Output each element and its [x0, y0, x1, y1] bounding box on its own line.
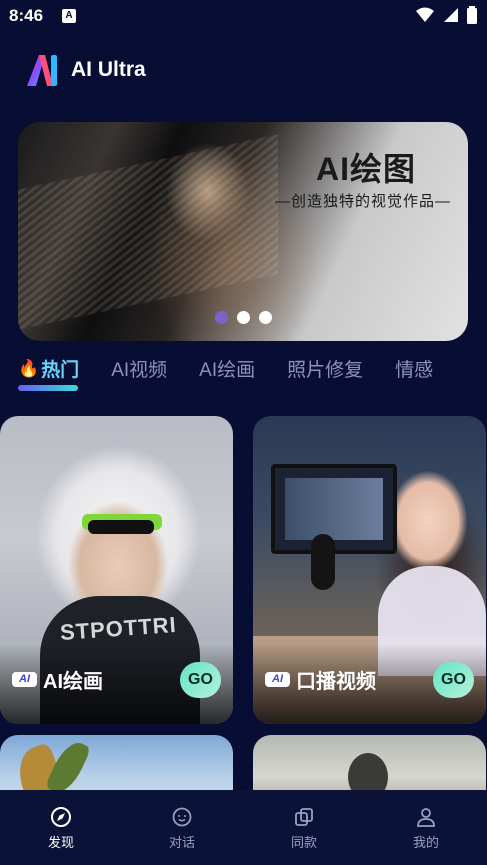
compass-icon — [51, 807, 71, 827]
tab-label: 热门 — [41, 360, 80, 381]
card-image-detail — [311, 534, 335, 590]
nav-chat[interactable]: 对话 — [152, 806, 212, 851]
banner-title: AI绘图 — [316, 151, 417, 187]
nav-profile[interactable]: 我的 — [396, 806, 456, 851]
card-title: 口播视频 — [296, 671, 376, 693]
nav-label: 发现 — [47, 835, 74, 850]
chat-icon — [172, 807, 192, 827]
pagination-dot[interactable] — [215, 311, 228, 324]
battery-icon — [467, 6, 477, 24]
feature-card-ai-painting[interactable]: STPOTTRI AI AI绘画 GO — [0, 416, 233, 724]
tab-emotion[interactable]: 情感 — [395, 355, 433, 382]
banner-subtitle: —创造独特的视觉作品— — [275, 193, 452, 210]
nav-label: 同款 — [290, 835, 317, 850]
banner-image — [18, 134, 278, 330]
notification-icon: A — [62, 9, 76, 23]
ai-badge-icon: AI — [12, 672, 37, 687]
wifi-icon — [416, 7, 434, 22]
card-label: AI AI绘画 — [12, 665, 103, 694]
tab-hot[interactable]: 🔥 热门 — [18, 355, 80, 391]
bottom-navigation: 发现 对话 同款 我的 — [0, 790, 487, 865]
status-time: 8:46 — [9, 6, 44, 25]
nav-same-style[interactable]: 同款 — [274, 806, 334, 851]
ai-badge-icon: AI — [265, 672, 290, 687]
feature-card-talking-video[interactable]: AI 口播视频 GO — [253, 416, 486, 724]
signal-icon — [444, 8, 458, 22]
go-button[interactable]: GO — [180, 662, 221, 698]
app-title: AI Ultra — [71, 58, 146, 81]
tab-ai-video[interactable]: AI视频 — [111, 355, 167, 382]
copy-icon — [295, 808, 313, 826]
app-header: AI Ultra — [25, 52, 146, 88]
pagination-dot[interactable] — [259, 311, 272, 324]
card-image-detail — [88, 520, 154, 534]
status-bar: 8:46 A — [0, 0, 487, 32]
banner-pagination[interactable] — [215, 311, 272, 324]
hero-banner[interactable]: AI绘图 —创造独特的视觉作品— — [18, 122, 468, 341]
go-button[interactable]: GO — [433, 662, 474, 698]
nav-label: 我的 — [412, 835, 439, 850]
nav-discover[interactable]: 发现 — [31, 806, 91, 851]
category-tabs: 🔥 热门 AI视频 AI绘画 照片修复 情感 — [18, 355, 465, 391]
status-icons — [415, 6, 477, 24]
card-title: AI绘画 — [43, 671, 103, 693]
app-logo-icon — [27, 55, 57, 86]
nav-label: 对话 — [168, 835, 195, 850]
card-label: AI 口播视频 — [265, 665, 376, 694]
tab-ai-painting[interactable]: AI绘画 — [199, 355, 255, 382]
pagination-dot[interactable] — [237, 311, 250, 324]
fire-icon: 🔥 — [18, 358, 40, 378]
user-icon — [417, 808, 435, 827]
tab-photo-restore[interactable]: 照片修复 — [287, 355, 363, 382]
